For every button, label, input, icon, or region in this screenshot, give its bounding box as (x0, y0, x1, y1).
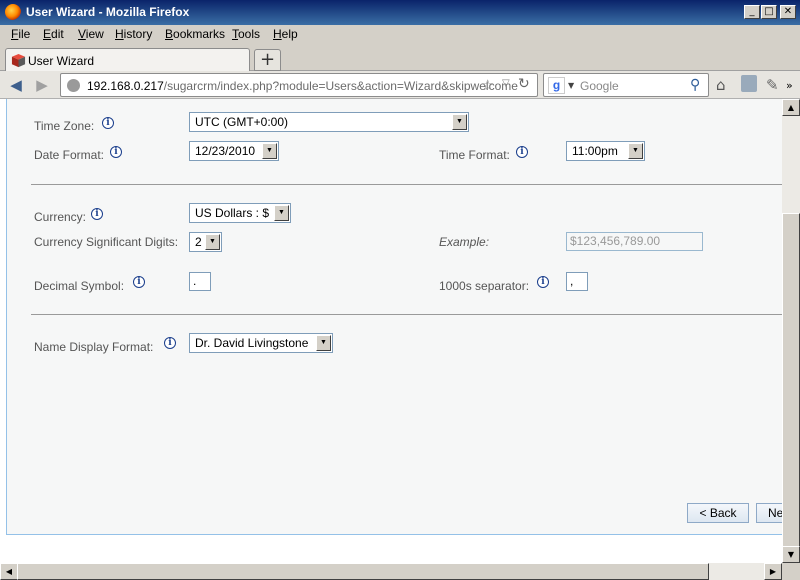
menu-file[interactable]: File (11, 27, 30, 41)
sig-digits-select[interactable]: 2 ▼ (189, 232, 222, 252)
back-arrow-icon[interactable]: ◀ (6, 75, 26, 95)
time-format-label: Time Format: (439, 148, 510, 162)
search-bar[interactable]: g ▼ Google ⚲ (543, 73, 709, 97)
maximize-button[interactable]: □ (761, 5, 777, 19)
horizontal-scroll-thumb[interactable] (17, 563, 709, 580)
currency-info-icon[interactable]: i (91, 208, 103, 220)
date-format-label: Date Format: (34, 148, 105, 162)
back-button[interactable]: < Back (687, 503, 749, 523)
scroll-up-icon[interactable]: ▲ (782, 99, 800, 116)
decimal-symbol-input[interactable]: . (189, 272, 211, 291)
menu-edit[interactable]: Edit (43, 27, 64, 41)
menu-bookmarks[interactable]: Bookmarks (165, 27, 225, 41)
home-icon[interactable]: ⌂ (716, 76, 726, 94)
name-format-label: Name Display Format: (34, 340, 154, 354)
timezone-select[interactable]: UTC (GMT+0:00) ▼ (189, 112, 469, 132)
example-field: $123,456,789.00 (566, 232, 703, 251)
page-content: Time Zone: i UTC (GMT+0:00) ▼ Date Forma… (0, 99, 782, 563)
thousands-separator-info-icon[interactable]: i (537, 276, 549, 288)
scrollbar-corner (782, 563, 800, 580)
firefox-icon (5, 4, 21, 20)
next-button[interactable]: Ne (756, 503, 782, 523)
chevron-down-icon: ▼ (262, 143, 277, 159)
window-title: User Wizard - Mozilla Firefox (26, 5, 190, 19)
reload-icon[interactable]: ↻ (518, 76, 530, 92)
wizard-panel: Time Zone: i UTC (GMT+0:00) ▼ Date Forma… (6, 99, 782, 535)
navigation-toolbar: ◀ ▶ 192.168.0.217/sugarcrm/index.php?mod… (0, 71, 800, 99)
bookmark-star-icon[interactable]: ☆ (481, 76, 494, 94)
section-divider (31, 184, 782, 185)
vertical-scrollbar[interactable]: ▲ ▼ (782, 99, 800, 563)
menu-tools[interactable]: Tools (232, 27, 260, 41)
tab-strip: User Wizard + (0, 44, 800, 72)
globe-icon (67, 79, 80, 92)
section-divider (31, 314, 782, 315)
forward-arrow-icon[interactable]: ▶ (32, 75, 52, 95)
tab-title: User Wizard (28, 54, 95, 68)
google-icon[interactable]: g (548, 77, 565, 94)
chevron-down-icon: ▼ (274, 205, 289, 221)
menu-history[interactable]: History (115, 27, 152, 41)
history-dropdown-icon[interactable]: ▽ (502, 78, 510, 89)
chevron-down-icon: ▼ (628, 143, 643, 159)
overflow-icon[interactable]: » (786, 79, 793, 92)
search-icon[interactable]: ⚲ (690, 77, 700, 93)
example-label: Example: (439, 235, 490, 249)
addon-icon[interactable] (741, 75, 757, 92)
address-bar[interactable]: 192.168.0.217/sugarcrm/index.php?module=… (60, 73, 538, 97)
search-engine-dropdown-icon[interactable]: ▼ (568, 81, 574, 90)
tab-user-wizard[interactable]: User Wizard (5, 48, 250, 72)
scroll-right-icon[interactable]: ▶ (764, 563, 782, 580)
scroll-left-icon[interactable]: ◀ (0, 563, 18, 580)
address-text: 192.168.0.217/sugarcrm/index.php?module=… (87, 79, 518, 93)
thousands-separator-input[interactable]: , (566, 272, 588, 291)
vertical-scroll-thumb[interactable] (782, 213, 800, 547)
name-format-info-icon[interactable]: i (164, 337, 176, 349)
chevron-down-icon: ▼ (316, 335, 331, 351)
currency-select[interactable]: US Dollars : $ ▼ (189, 203, 291, 223)
sig-digits-label: Currency Significant Digits: (34, 235, 179, 249)
scroll-down-icon[interactable]: ▼ (782, 546, 800, 563)
search-placeholder: Google (580, 79, 619, 93)
chevron-down-icon: ▼ (205, 234, 220, 250)
close-button[interactable]: ✕ (780, 5, 796, 19)
timezone-label: Time Zone: (34, 119, 95, 133)
new-tab-button[interactable]: + (254, 49, 281, 71)
timezone-info-icon[interactable]: i (102, 117, 114, 129)
time-format-select[interactable]: 11:00pm ▼ (566, 141, 645, 161)
time-format-info-icon[interactable]: i (516, 146, 528, 158)
date-format-select[interactable]: 12/23/2010 ▼ (189, 141, 279, 161)
addon-tools-icon[interactable]: ✎ (766, 76, 779, 94)
window-titlebar: User Wizard - Mozilla Firefox _ □ ✕ (0, 0, 800, 25)
sugarcrm-cube-icon (11, 53, 26, 68)
currency-label: Currency: (34, 210, 87, 224)
menu-bar: File Edit View History Bookmarks Tools H… (0, 25, 800, 44)
horizontal-scrollbar[interactable]: ◀ ▶ (0, 563, 782, 580)
date-format-info-icon[interactable]: i (110, 146, 122, 158)
decimal-symbol-label: Decimal Symbol: (34, 279, 125, 293)
decimal-symbol-info-icon[interactable]: i (133, 276, 145, 288)
minimize-button[interactable]: _ (744, 5, 760, 19)
name-format-select[interactable]: Dr. David Livingstone ▼ (189, 333, 333, 353)
menu-help[interactable]: Help (273, 27, 298, 41)
menu-view[interactable]: View (78, 27, 104, 41)
thousands-separator-label: 1000s separator: (439, 279, 530, 293)
chevron-down-icon: ▼ (452, 114, 467, 130)
